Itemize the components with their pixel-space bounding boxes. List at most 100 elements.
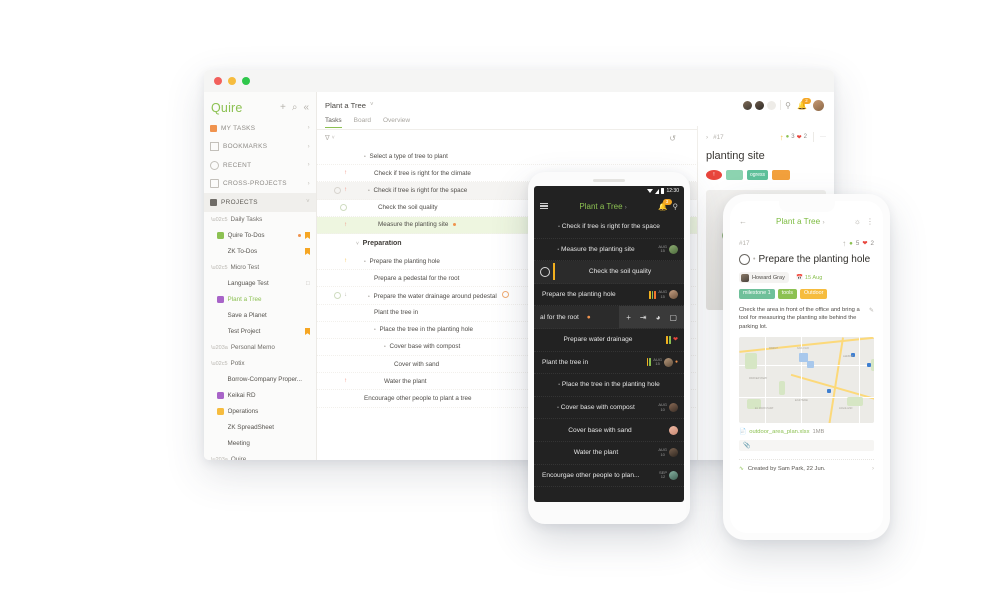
search-icon[interactable]: ⚲ [673, 202, 679, 211]
add-icon[interactable]: + [280, 103, 286, 113]
bell-icon[interactable]: ☼ [854, 217, 861, 226]
sidebar-item-projects[interactable]: PROJECTS ˅ [204, 193, 316, 212]
sidebar-item-cross-projects[interactable]: CROSS-PROJECTS › [204, 175, 316, 194]
add-icon[interactable]: + [626, 313, 631, 322]
avatar[interactable] [669, 403, 678, 413]
priority-down-icon[interactable]: ↓ [344, 292, 347, 298]
filter-icon[interactable]: ∇ [325, 134, 330, 142]
delete-icon[interactable]: ▢ [669, 313, 677, 322]
sidebar-group-personal-memo[interactable]: \u203a Personal Memo [204, 340, 316, 356]
sidebar-project-plant-a-tree[interactable]: Plant a Tree [204, 292, 316, 308]
list-item[interactable]: Check the soil quality [534, 261, 684, 284]
search-icon[interactable]: ⌕ [292, 103, 298, 113]
sidebar-project-test-project[interactable]: Test Project [204, 324, 316, 340]
close-window-button[interactable] [214, 77, 222, 85]
vote-icon[interactable]: ↑ [780, 133, 784, 142]
heart-icon[interactable]: ❤ [673, 336, 678, 343]
paperclip-icon[interactable]: 📎 [743, 442, 750, 449]
tag-badge[interactable] [772, 170, 791, 180]
priority-up-icon[interactable]: ↑ [344, 378, 347, 384]
comment-icon[interactable]: ● [786, 134, 790, 140]
sidebar-project-meeting[interactable]: Meeting [204, 436, 316, 452]
sidebar-item-recent[interactable]: RECENT › [204, 156, 316, 175]
list-item[interactable]: al for the root ● + ⇥ ◕ ▢ [534, 306, 684, 329]
sidebar-group-quire[interactable]: \u203a Quire [204, 452, 316, 460]
pencil-icon[interactable]: ✎ [869, 307, 874, 316]
created-by-row[interactable]: ∿ Created by Sam Park, 22 Jun. › [739, 459, 874, 472]
list-item[interactable]: Prepare water drainage ❤ [534, 329, 684, 352]
tab-board[interactable]: Board [354, 117, 371, 127]
bell-icon[interactable]: 🔔 2 [797, 97, 811, 110]
tab-overview[interactable]: Overview [383, 117, 410, 127]
status-badge[interactable]: ogress [747, 170, 769, 180]
bell-icon[interactable]: 🔔 3 [658, 198, 672, 211]
minimize-window-button[interactable] [228, 77, 236, 85]
list-item[interactable]: Plant the tree in AUG 15 ● [534, 352, 684, 375]
indent-icon[interactable]: ⇥ [640, 313, 647, 322]
chevron-down-icon[interactable]: ˅ [370, 102, 374, 108]
avatar[interactable] [669, 244, 678, 254]
task-checkbox[interactable] [339, 203, 347, 212]
task-checkbox[interactable] [540, 266, 550, 277]
heart-icon[interactable]: ❤ [862, 240, 867, 247]
tag-milestone[interactable]: milestone 1 [739, 289, 775, 299]
avatar[interactable] [669, 448, 678, 458]
avatar[interactable] [669, 290, 678, 300]
assignee-chip[interactable]: Howard Gray [739, 272, 789, 283]
list-item[interactable]: • Check if tree is right for the space [534, 216, 684, 239]
search-icon[interactable]: ⚲ [785, 101, 791, 110]
map-attachment[interactable]: BRENT SOA CHO LEEBOK PARKER PARK EL PARK… [739, 337, 874, 424]
hamburger-icon[interactable] [540, 202, 548, 210]
date-badge[interactable] [726, 170, 743, 180]
sidebar-project-quire-todos[interactable]: Quire To-Dos [204, 228, 316, 244]
chevron-down-icon[interactable]: ˅ [332, 135, 335, 141]
sidebar-item-my-tasks[interactable]: MY TASKS › [204, 119, 316, 138]
sidebar-project-language-test[interactable]: Language Test ☐ [204, 276, 316, 292]
sidebar-group-potix[interactable]: \u02c5 Potix [204, 356, 316, 372]
refresh-icon[interactable]: ↺ [669, 134, 676, 143]
more-icon[interactable]: ··· [820, 134, 826, 140]
avatar-current-user[interactable] [813, 99, 824, 111]
tag-tools[interactable]: tools [777, 289, 797, 299]
avatar[interactable] [743, 100, 753, 110]
sidebar-project-borrow-company[interactable]: Borrow-Company Proper... [204, 372, 316, 388]
sidebar-project-operations[interactable]: Operations [204, 404, 316, 420]
avatar-add[interactable] [767, 100, 777, 110]
priority-up-icon[interactable]: ↑ [344, 187, 347, 193]
list-item[interactable]: Water the plant AUG 10 [534, 442, 684, 465]
list-item[interactable]: • Cover base with compost AUG 10 [534, 397, 684, 420]
sidebar-group-daily-tasks[interactable]: \u02c5 Daily Tasks [204, 212, 316, 228]
task-checkbox[interactable] [333, 291, 341, 300]
chevron-down-icon[interactable]: ˅ [356, 241, 359, 247]
collapse-sidebar-icon[interactable]: « [303, 103, 309, 113]
chevron-right-icon[interactable]: › [625, 205, 627, 211]
task-checkbox[interactable] [333, 186, 341, 195]
back-icon[interactable]: ← [739, 217, 747, 226]
vote-icon[interactable]: ↑ [842, 239, 846, 248]
sidebar-project-zk-spreadsheet[interactable]: ZK SpreadSheet [204, 420, 316, 436]
sidebar-group-micro-test[interactable]: \u02c5 Micro Test [204, 260, 316, 276]
sidebar-project-keikai-rd[interactable]: Keikai RD [204, 388, 316, 404]
list-item[interactable]: • Measure the planting site AUG 15 [534, 239, 684, 262]
tag-icon[interactable]: ◕ [656, 313, 661, 322]
avatar[interactable] [755, 100, 765, 110]
chevron-right-icon[interactable]: › [822, 219, 824, 226]
priority-up-icon[interactable]: ↑ [344, 222, 347, 228]
task-checkbox[interactable] [739, 254, 750, 265]
due-date[interactable]: 📅 15 Aug [796, 275, 822, 281]
priority-badge[interactable]: ! [706, 170, 722, 180]
priority-up-icon[interactable]: ↑ [344, 170, 347, 176]
sidebar-project-save-a-planet[interactable]: Save a Planet [204, 308, 316, 324]
tab-tasks[interactable]: Tasks [325, 117, 342, 128]
collapse-panel-icon[interactable]: › [706, 134, 708, 141]
heart-icon[interactable]: ❤ [797, 134, 802, 141]
maximize-window-button[interactable] [242, 77, 250, 85]
avatar[interactable] [669, 470, 678, 480]
avatar[interactable] [663, 357, 673, 367]
priority-up-icon[interactable]: ↑ [344, 258, 347, 264]
sidebar-project-zk-todos[interactable]: ZK To-Dos [204, 244, 316, 260]
list-item[interactable]: Prepare the planting hole AUG 15 [534, 284, 684, 307]
list-item[interactable]: Encourgae other people to plan... SEP 12 [534, 465, 684, 488]
list-item[interactable]: Cover base with sand [534, 419, 684, 442]
tag-outdoor[interactable]: Outdoor [799, 289, 828, 299]
